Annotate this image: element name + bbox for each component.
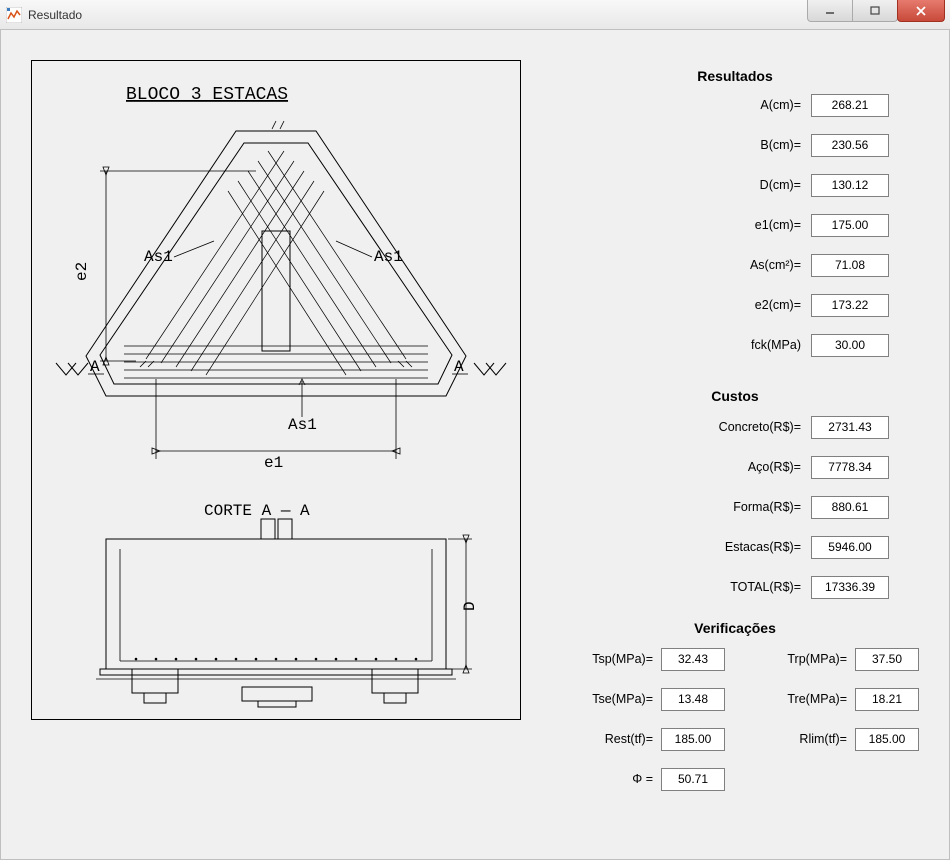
total-label: TOTAL(R$)= <box>730 580 801 594</box>
svg-text:e1: e1 <box>264 454 283 472</box>
as-label: As(cm²)= <box>750 258 801 272</box>
resultados-group: A(cm)= B(cm)= D(cm)= e1(cm)= As(cm²)= e2… <box>639 92 889 358</box>
fck-label: fck(MPa) <box>751 338 801 352</box>
custos-group: Concreto(R$)= Aço(R$)= Forma(R$)= Estaca… <box>639 414 889 600</box>
content-area: .thin { stroke:#000; stroke-width:1; fil… <box>0 30 950 860</box>
rest-field[interactable] <box>661 728 725 751</box>
close-button[interactable] <box>897 0 945 22</box>
diagram-heading: BLOCO 3 ESTACAS <box>126 85 288 105</box>
tsp-label: Tsp(MPa)= <box>592 652 653 666</box>
estacas-label: Estacas(R$)= <box>725 540 801 554</box>
estacas-field[interactable] <box>811 536 889 559</box>
engineering-diagram: .thin { stroke:#000; stroke-width:1; fil… <box>36 71 516 711</box>
forma-field[interactable] <box>811 496 889 519</box>
app-icon <box>6 7 22 23</box>
concreto-label: Concreto(R$)= <box>719 420 801 434</box>
aco-field[interactable] <box>811 456 889 479</box>
maximize-button[interactable] <box>852 0 898 22</box>
b-label: B(cm)= <box>760 138 801 152</box>
tre-label: Tre(MPa)= <box>787 692 847 706</box>
tsp-field[interactable] <box>661 648 725 671</box>
rest-label: Rest(tf)= <box>605 732 653 746</box>
b-field[interactable] <box>811 134 889 157</box>
verif-heading: Verificações <box>551 620 919 636</box>
phi-label: Φ = <box>632 772 653 786</box>
trp-field[interactable] <box>855 648 919 671</box>
d-label: D(cm)= <box>760 178 801 192</box>
e1-field[interactable] <box>811 214 889 237</box>
a-field[interactable] <box>811 94 889 117</box>
window-controls <box>807 0 944 29</box>
as-field[interactable] <box>811 254 889 277</box>
diagram-panel: .thin { stroke:#000; stroke-width:1; fil… <box>1 30 541 859</box>
rlim-label: Rlim(tf)= <box>799 732 847 746</box>
tre-field[interactable] <box>855 688 919 711</box>
resultados-heading: Resultados <box>551 68 919 84</box>
e2-field[interactable] <box>811 294 889 317</box>
diagram-box: .thin { stroke:#000; stroke-width:1; fil… <box>31 60 521 720</box>
svg-text:e2: e2 <box>73 262 91 281</box>
svg-text:As1: As1 <box>144 248 173 266</box>
svg-text:As1: As1 <box>288 416 317 434</box>
tse-field[interactable] <box>661 688 725 711</box>
window-titlebar: Resultado <box>0 0 950 30</box>
aco-label: Aço(R$)= <box>748 460 801 474</box>
concreto-field[interactable] <box>811 416 889 439</box>
forma-label: Forma(R$)= <box>733 500 801 514</box>
window-title: Resultado <box>28 8 807 22</box>
phi-field[interactable] <box>661 768 725 791</box>
svg-text:As1: As1 <box>374 248 403 266</box>
rlim-field[interactable] <box>855 728 919 751</box>
tse-label: Tse(MPa)= <box>592 692 653 706</box>
svg-text:D: D <box>461 601 479 611</box>
total-field[interactable] <box>811 576 889 599</box>
d-field[interactable] <box>811 174 889 197</box>
verif-group: Tsp(MPa)= Trp(MPa)= Tse(MPa)= Tre(MPa)= … <box>551 646 919 806</box>
a-label: A(cm)= <box>760 98 801 112</box>
svg-text:A: A <box>90 358 100 376</box>
fck-field[interactable] <box>811 334 889 357</box>
results-panel: Resultados A(cm)= B(cm)= D(cm)= e1(cm)= … <box>541 30 949 859</box>
trp-label: Trp(MPa)= <box>787 652 847 666</box>
svg-text:A: A <box>454 358 464 376</box>
svg-text:CORTE A — A: CORTE A — A <box>204 502 310 520</box>
custos-heading: Custos <box>551 388 919 404</box>
minimize-button[interactable] <box>807 0 853 22</box>
e2-label: e2(cm)= <box>755 298 801 312</box>
e1-label: e1(cm)= <box>755 218 801 232</box>
